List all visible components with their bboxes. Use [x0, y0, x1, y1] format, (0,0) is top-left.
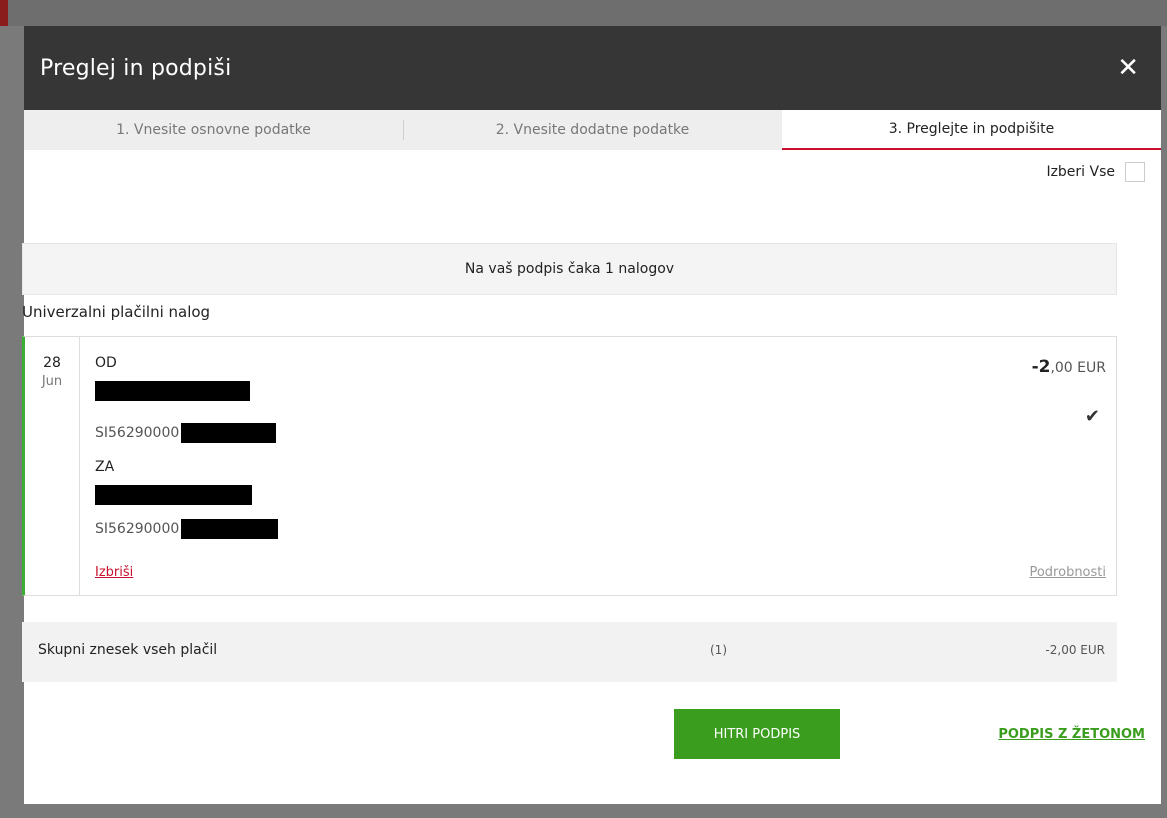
order-parties: OD SI56290000 ZA SI56290000	[95, 355, 279, 539]
from-name-redacted	[95, 381, 250, 401]
waiting-message: Na vaš podpis čaka 1 nalogov	[464, 261, 675, 277]
close-icon[interactable]: ✕	[1117, 55, 1139, 81]
to-label: ZA	[95, 459, 115, 475]
to-iban-prefix: SI56290000	[95, 521, 180, 537]
total-count: (1)	[710, 643, 727, 657]
to-iban: SI56290000	[95, 519, 279, 539]
total-summary: Skupni znesek vseh plačil (1) -2,00 EUR	[22, 622, 1117, 682]
token-sign-link[interactable]: PODPIS Z ŽETONOM	[998, 727, 1145, 742]
select-all-checkbox[interactable]	[1125, 162, 1145, 182]
from-label: OD	[95, 355, 117, 371]
delete-link[interactable]: Izbriši	[95, 565, 133, 580]
from-iban-prefix: SI56290000	[95, 425, 180, 441]
section-title: Univerzalni plačilni nalog	[22, 303, 211, 321]
waiting-message-bar: Na vaš podpis čaka 1 nalogov	[22, 243, 1117, 295]
order-amount-main: -2	[1031, 357, 1051, 377]
from-iban: SI56290000	[95, 423, 278, 443]
modal-header: Preglej in podpiši ✕	[24, 26, 1161, 110]
from-iban-redacted	[181, 423, 277, 443]
modal-title: Preglej in podpiši	[40, 55, 232, 81]
order-date-month: Jun	[41, 374, 63, 389]
order-date: 28 Jun	[25, 337, 80, 595]
step-review-sign[interactable]: 3. Preglejte in podpišite	[782, 110, 1161, 150]
order-amount-rest: ,00 EUR	[1050, 360, 1106, 376]
to-name-redacted	[95, 485, 252, 505]
select-all: Izberi Vse	[1046, 162, 1145, 182]
to-iban-redacted	[181, 519, 279, 539]
wizard-steps: 1. Vnesite osnovne podatke 2. Vnesite do…	[24, 110, 1161, 150]
total-label: Skupni znesek vseh plačil	[38, 642, 218, 658]
total-amount: -2,00 EUR	[1045, 643, 1105, 657]
quick-sign-button[interactable]: HITRI PODPIS	[674, 709, 840, 759]
check-icon[interactable]: ✔	[1085, 406, 1100, 427]
step-additional-data[interactable]: 2. Vnesite dodatne podatke	[403, 110, 782, 150]
step-basic-data[interactable]: 1. Vnesite osnovne podatke	[24, 110, 403, 150]
select-all-label: Izberi Vse	[1046, 164, 1115, 180]
backdrop-page	[0, 0, 1167, 26]
details-link[interactable]: Podrobnosti	[1029, 565, 1106, 580]
order-amount: -2,00 EUR	[1032, 357, 1106, 377]
order-date-day: 28	[43, 355, 61, 371]
payment-order-card: 28 Jun OD SI56290000 ZA SI56290000 Izbri…	[22, 336, 1117, 596]
